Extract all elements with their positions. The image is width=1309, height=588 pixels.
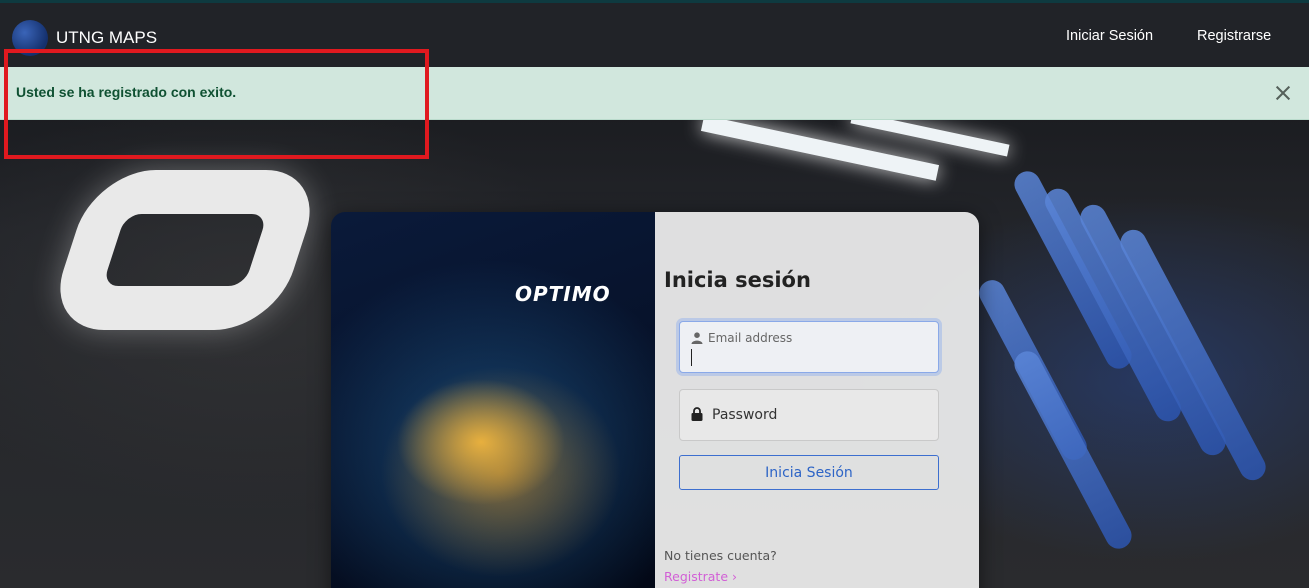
nav-link-login[interactable]: Iniciar Sesión [1066, 28, 1153, 44]
success-alert: Usted se ha registrado con exito. [0, 67, 1309, 120]
login-form: Inicia sesión Email address Password Ini… [655, 212, 979, 588]
form-title: Inicia sesión [664, 268, 811, 292]
register-link[interactable]: Registrate › [664, 569, 737, 584]
user-icon [691, 332, 703, 344]
image-logo-text: OPTIMO [515, 282, 611, 306]
nav-link-register[interactable]: Registrarse [1197, 28, 1271, 44]
brand-title: UTNG MAPS [56, 28, 158, 47]
email-field[interactable]: Email address [679, 321, 939, 373]
password-field[interactable]: Password [679, 389, 939, 441]
globe-logo-icon [12, 20, 48, 56]
background-letter-o [44, 170, 326, 330]
register-link-label: Registrate [664, 569, 729, 584]
no-account-text: No tienes cuenta? [664, 548, 777, 563]
login-card: OPTIMO Inicia sesión Email address Passw… [331, 212, 979, 588]
brand[interactable]: UTNG MAPS [12, 20, 157, 56]
login-submit-button[interactable]: Inicia Sesión [679, 455, 939, 490]
background-globe-bar [1009, 346, 1137, 554]
email-field-label: Email address [708, 331, 793, 345]
close-icon[interactable] [1271, 81, 1295, 105]
navbar: UTNG MAPS Iniciar Sesión Registrarse [0, 0, 1309, 67]
text-caret [691, 349, 692, 366]
lock-icon [691, 407, 703, 421]
password-field-label: Password [712, 407, 778, 423]
alert-message: Usted se ha registrado con exito. [16, 84, 237, 100]
world-map-image: OPTIMO [331, 212, 655, 588]
chevron-right-icon: › [732, 569, 738, 584]
